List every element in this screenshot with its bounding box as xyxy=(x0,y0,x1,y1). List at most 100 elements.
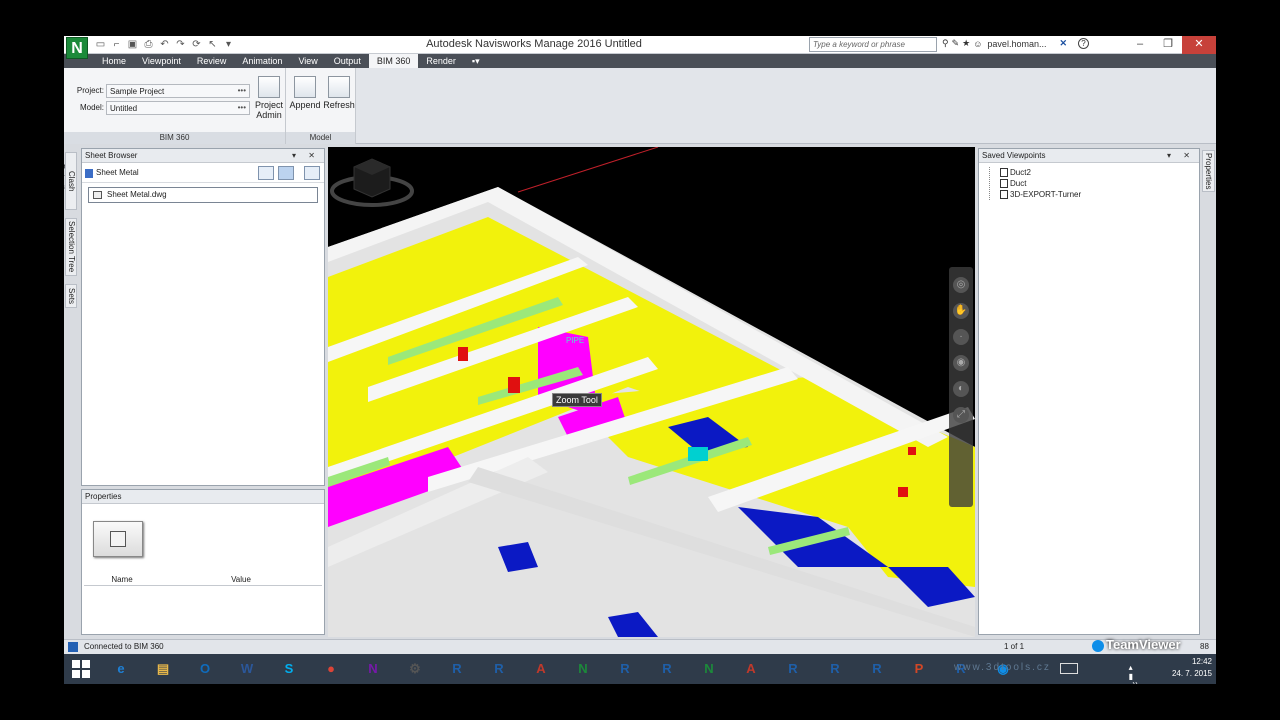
walk-icon[interactable]: ⤢ xyxy=(953,407,969,423)
taskbar-tool-icon[interactable]: ⚙ xyxy=(402,657,428,681)
undo-icon[interactable]: ↶ xyxy=(158,38,171,51)
model-browse-icon[interactable]: ••• xyxy=(238,102,246,113)
taskbar-autocad-1-icon[interactable]: A xyxy=(528,657,554,681)
zoom-icon[interactable]: · xyxy=(953,329,969,345)
tab-sets[interactable]: Sets xyxy=(65,284,77,308)
favorites-icon[interactable]: ★ xyxy=(962,38,970,49)
item-type-icon xyxy=(93,521,143,557)
user-icon[interactable]: ☺ xyxy=(973,39,982,49)
taskbar-powerpoint-icon[interactable]: P xyxy=(906,657,932,681)
taskbar-ie-icon[interactable]: e xyxy=(108,657,134,681)
status-text: Connected to BIM 360 xyxy=(84,642,164,651)
qat-dropdown-icon[interactable]: ▾ xyxy=(222,38,235,51)
taskbar-revit-5-icon[interactable]: R xyxy=(780,657,806,681)
clock[interactable]: 12:42 24. 7. 2015 xyxy=(1152,656,1212,680)
column-name[interactable]: Name xyxy=(84,574,160,585)
taskbar-revit-3-icon[interactable]: R xyxy=(612,657,638,681)
model-panel-caption: Model xyxy=(286,132,355,144)
project-browse-icon[interactable]: ••• xyxy=(238,85,246,96)
taskbar-navisworks-1-icon[interactable]: N xyxy=(570,657,596,681)
search-input[interactable]: Type a keyword or phrase xyxy=(809,37,937,52)
taskbar-explorer-icon[interactable]: ▤ xyxy=(150,657,176,681)
refresh-icon[interactable]: ⟳ xyxy=(190,38,203,51)
model-field[interactable]: Untitled ••• xyxy=(106,101,250,115)
teamviewer-overlay: TeamViewer xyxy=(1092,638,1181,652)
exchange-icon[interactable]: ✕ xyxy=(1059,38,1067,49)
taskbar-revit-6-icon[interactable]: R xyxy=(822,657,848,681)
sheet-browser-toolbar: Sheet Metal xyxy=(82,163,324,183)
sheet-icon xyxy=(93,191,102,199)
taskbar-chrome-icon[interactable]: ● xyxy=(318,657,344,681)
restore-icon[interactable]: ❐ xyxy=(1154,36,1182,54)
tab-view[interactable]: View xyxy=(290,54,325,68)
project-field[interactable]: Sample Project ••• xyxy=(106,84,250,98)
steering-wheel-icon[interactable]: ◎ xyxy=(953,277,969,293)
start-icon[interactable] xyxy=(72,660,90,678)
tab-output[interactable]: Output xyxy=(326,54,369,68)
document-icon xyxy=(85,169,93,178)
title-tools: ⚲ ✎ ★ ☺ pavel.homan... ✕ ? xyxy=(942,38,1090,49)
new-icon[interactable]: ▭ xyxy=(94,38,107,51)
taskbar-onenote-icon[interactable]: N xyxy=(360,657,386,681)
title-bar: N ▭ ⌐ ▣ ⎙ ↶ ↷ ⟳ ↖ ▾ Autodesk Navisworks … xyxy=(64,36,1216,59)
navigation-bar: ◎ ✋ · ◉ ◐ ⤢ xyxy=(949,267,973,507)
select-icon[interactable]: ↖ xyxy=(206,38,219,51)
close-icon[interactable]: ✕ xyxy=(1182,36,1216,54)
append-button[interactable]: Append xyxy=(288,76,322,110)
taskbar-navisworks-2-icon[interactable]: N xyxy=(696,657,722,681)
project-admin-button[interactable]: Project Admin xyxy=(254,76,284,120)
viewpoint-item[interactable]: Duct2 xyxy=(990,167,1199,178)
help-icon[interactable]: ? xyxy=(1078,38,1090,49)
thumbnail-view-icon[interactable] xyxy=(278,166,294,180)
taskbar-word-icon[interactable]: W xyxy=(234,657,260,681)
taskbar-skype-icon[interactable]: S xyxy=(276,657,302,681)
redo-icon[interactable]: ↷ xyxy=(174,38,187,51)
bim360-status-icon xyxy=(68,642,78,652)
viewpoint-item[interactable]: Duct xyxy=(990,178,1199,189)
taskbar-revit-2-icon[interactable]: R xyxy=(486,657,512,681)
column-value[interactable]: Value xyxy=(160,574,322,585)
panel-controls-icon[interactable]: ▾ ✕ xyxy=(292,149,320,163)
pan-icon[interactable]: ✋ xyxy=(953,303,969,319)
taskbar-revit-7-icon[interactable]: R xyxy=(864,657,890,681)
user-name[interactable]: pavel.homan... xyxy=(987,39,1046,49)
3d-viewport[interactable]: PIPE ◎ ✋ · ◉ ◐ ⤢ Zoom Tool xyxy=(328,147,975,637)
binoculars-icon[interactable]: ⚲ xyxy=(942,38,949,49)
orbit-icon[interactable]: ◉ xyxy=(953,355,969,371)
window-title: Autodesk Navisworks Manage 2016 Untitled xyxy=(426,38,642,50)
app-menu-button[interactable]: N xyxy=(66,37,88,59)
open-icon[interactable]: ⌐ xyxy=(110,38,123,51)
tab-bim360[interactable]: BIM 360 xyxy=(368,54,419,68)
import-sheets-icon[interactable] xyxy=(304,166,320,180)
list-view-icon[interactable] xyxy=(258,166,274,180)
tray-icons[interactable]: ▴ ▮ ◂)) ⚑ xyxy=(1129,663,1138,684)
tab-home[interactable]: Home xyxy=(94,54,134,68)
tab-clash-detective[interactable]: Clash Detective xyxy=(64,152,77,210)
subscription-icon[interactable]: ✎ xyxy=(952,38,960,49)
tab-viewpoint[interactable]: Viewpoint xyxy=(134,54,189,68)
refresh-button[interactable]: Refresh xyxy=(322,76,356,110)
tab-review[interactable]: Review xyxy=(189,54,235,68)
sheet-list-item[interactable]: Sheet Metal.dwg xyxy=(88,187,318,203)
save-icon[interactable]: ▣ xyxy=(126,38,139,51)
tab-animation[interactable]: Animation xyxy=(234,54,290,68)
panel-controls-icon[interactable]: ▾ ✕ xyxy=(1167,149,1195,163)
viewcube[interactable] xyxy=(328,147,416,211)
print-icon[interactable]: ⎙ xyxy=(142,38,155,51)
viewpoint-item[interactable]: 3D-EXPORT-Turner xyxy=(990,189,1199,200)
tab-selection-tree[interactable]: Selection Tree xyxy=(65,218,77,276)
keyboard-icon[interactable] xyxy=(1060,663,1078,674)
saved-viewpoints-title: Saved Viewpoints ▾ ✕ xyxy=(979,149,1199,163)
ribbon-extra-icon[interactable]: ▪▾ xyxy=(464,54,488,68)
tab-render[interactable]: Render xyxy=(418,54,464,68)
look-icon[interactable]: ◐ xyxy=(953,381,969,397)
pipe-label: PIPE xyxy=(566,336,584,345)
minimize-icon[interactable]: – xyxy=(1126,36,1154,54)
taskbar-revit-4-icon[interactable]: R xyxy=(654,657,680,681)
taskbar-outlook-icon[interactable]: O xyxy=(192,657,218,681)
taskbar-revit-1-icon[interactable]: R xyxy=(444,657,470,681)
tab-properties[interactable]: Properties xyxy=(1202,150,1215,192)
properties-header: Name Value xyxy=(84,574,322,586)
taskbar-autocad-2-icon[interactable]: A xyxy=(738,657,764,681)
watermark: www.3dtools.cz xyxy=(954,662,1051,673)
